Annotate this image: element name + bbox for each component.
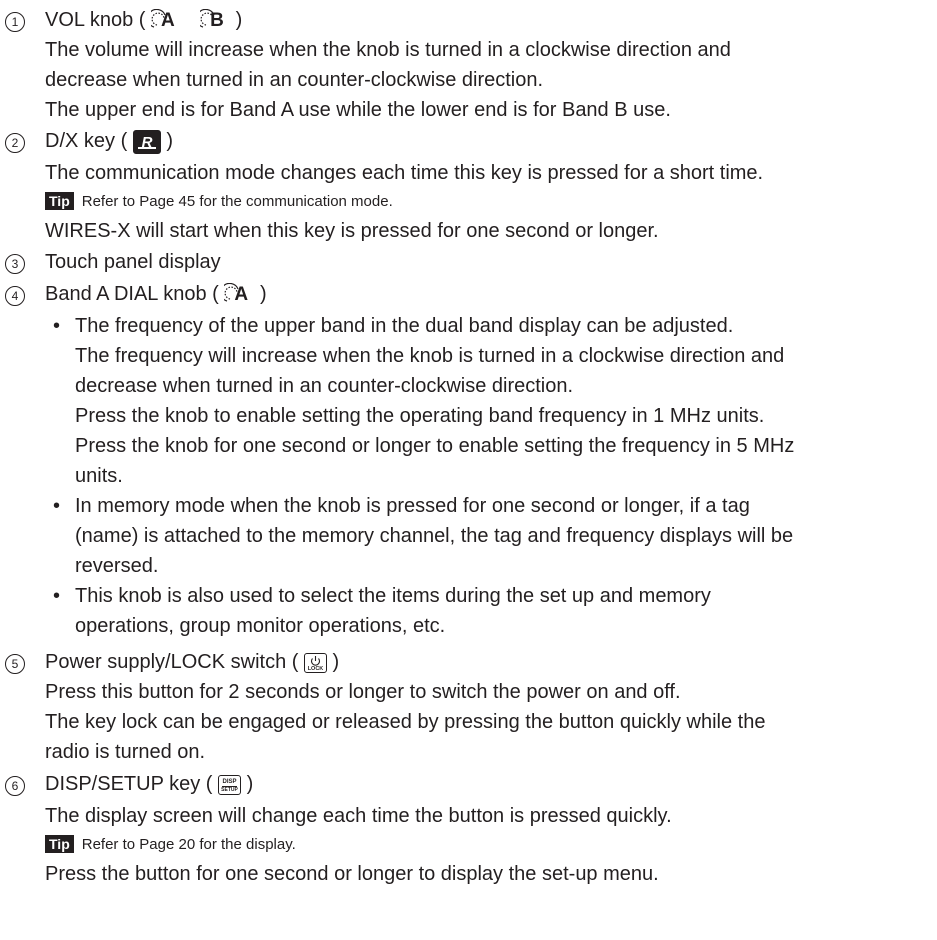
title-prefix: Band A DIAL knob ( xyxy=(45,283,219,305)
tip-note: Tip Refer to Page 20 for the display. xyxy=(45,834,296,856)
tip-text: Refer to Page 20 for the display. xyxy=(81,836,296,853)
bullet-line: operations, group monitor operations, et… xyxy=(75,615,446,637)
description-line: Press this button for 2 seconds or longe… xyxy=(45,681,681,703)
description-line: radio is turned on. xyxy=(45,741,206,763)
title-suffix: ) xyxy=(246,773,254,795)
tip-note: Tip Refer to Page 45 for the communicatio… xyxy=(45,191,393,213)
item-number: 2 xyxy=(5,133,25,153)
bullet-line: units. xyxy=(75,465,123,487)
bullet-line: The frequency of the upper band in the d… xyxy=(75,315,734,337)
bullet-line: decrease when turned in an counter-clock… xyxy=(75,375,574,397)
item-number: 1 xyxy=(5,12,25,32)
tip-text: Refer to Page 45 for the communication m… xyxy=(81,193,393,210)
disp-setup-key-icon: DISP SETUP xyxy=(218,774,242,795)
icon-text: LOCK xyxy=(307,665,324,672)
icon-text: DISP xyxy=(222,778,237,785)
description-line: The communication mode changes each time… xyxy=(45,162,764,184)
item-number: 4 xyxy=(5,286,25,306)
dial-a-knob-icon: A xyxy=(224,282,254,307)
description-line: WIRES-X will start when this key is pres… xyxy=(45,220,659,242)
description-line: The key lock can be engaged or released … xyxy=(45,711,766,733)
item-title: Band A DIAL knob ( A ) xyxy=(45,280,267,308)
bullet: • xyxy=(53,315,61,337)
bullet-line: Press the knob for one second or longer … xyxy=(75,435,795,457)
vol-a-knob-icon: A xyxy=(150,8,181,33)
title-prefix: DISP/SETUP key ( xyxy=(45,773,213,795)
description-line: The upper end is for Band A use while th… xyxy=(45,99,671,121)
dx-key-icon: R xyxy=(132,129,161,154)
title-suffix: ) xyxy=(259,283,267,305)
vol-b-knob-icon: B xyxy=(200,8,230,33)
item-number: 6 xyxy=(5,776,25,796)
bullet-line: (name) is attached to the memory channel… xyxy=(75,525,794,547)
icon-letter: A xyxy=(160,9,175,31)
description-line: Press the button for one second or longe… xyxy=(45,863,659,885)
item-title: VOL knob ( A B ) xyxy=(45,6,242,34)
title-suffix: ) xyxy=(235,9,243,31)
item-number: 5 xyxy=(5,654,25,674)
title-prefix: D/X key ( xyxy=(45,130,128,152)
item-title: D/X key ( R ) xyxy=(45,127,173,155)
description-line: decrease when turned in an counter-clock… xyxy=(45,69,544,91)
title-prefix: Power supply/LOCK switch ( xyxy=(45,651,299,673)
bullet-line: In memory mode when the knob is pressed … xyxy=(75,495,750,517)
item-title: Power supply/LOCK switch ( LOCK ) xyxy=(45,648,339,676)
title-suffix: ) xyxy=(332,651,340,673)
power-lock-key-icon: LOCK xyxy=(303,652,327,673)
item-number: 3 xyxy=(5,254,25,274)
title-suffix: ) xyxy=(166,130,174,152)
bullet-line: Press the knob to enable setting the ope… xyxy=(75,405,765,427)
bullet: • xyxy=(53,585,61,607)
manual-page: 1 VOL knob ( A B ) The volume will incre… xyxy=(0,0,937,940)
icon-text: SETUP xyxy=(221,786,238,793)
bullet-line: The frequency will increase when the kno… xyxy=(75,345,785,367)
item-title: DISP/SETUP key ( DISP SETUP ) xyxy=(45,770,253,798)
tip-badge: Tip xyxy=(45,192,74,210)
description-line: The display screen will change each time… xyxy=(45,805,672,827)
bullet-line: reversed. xyxy=(75,555,159,577)
icon-letter: B xyxy=(210,9,224,31)
item-title: Touch panel display xyxy=(45,251,221,273)
title-prefix: VOL knob ( xyxy=(45,9,146,31)
icon-letter: A xyxy=(234,283,249,305)
description-line: The volume will increase when the knob i… xyxy=(45,39,731,61)
bullet-line: This knob is also used to select the ite… xyxy=(75,585,711,607)
bullet: • xyxy=(53,495,61,517)
tip-badge: Tip xyxy=(45,835,74,853)
